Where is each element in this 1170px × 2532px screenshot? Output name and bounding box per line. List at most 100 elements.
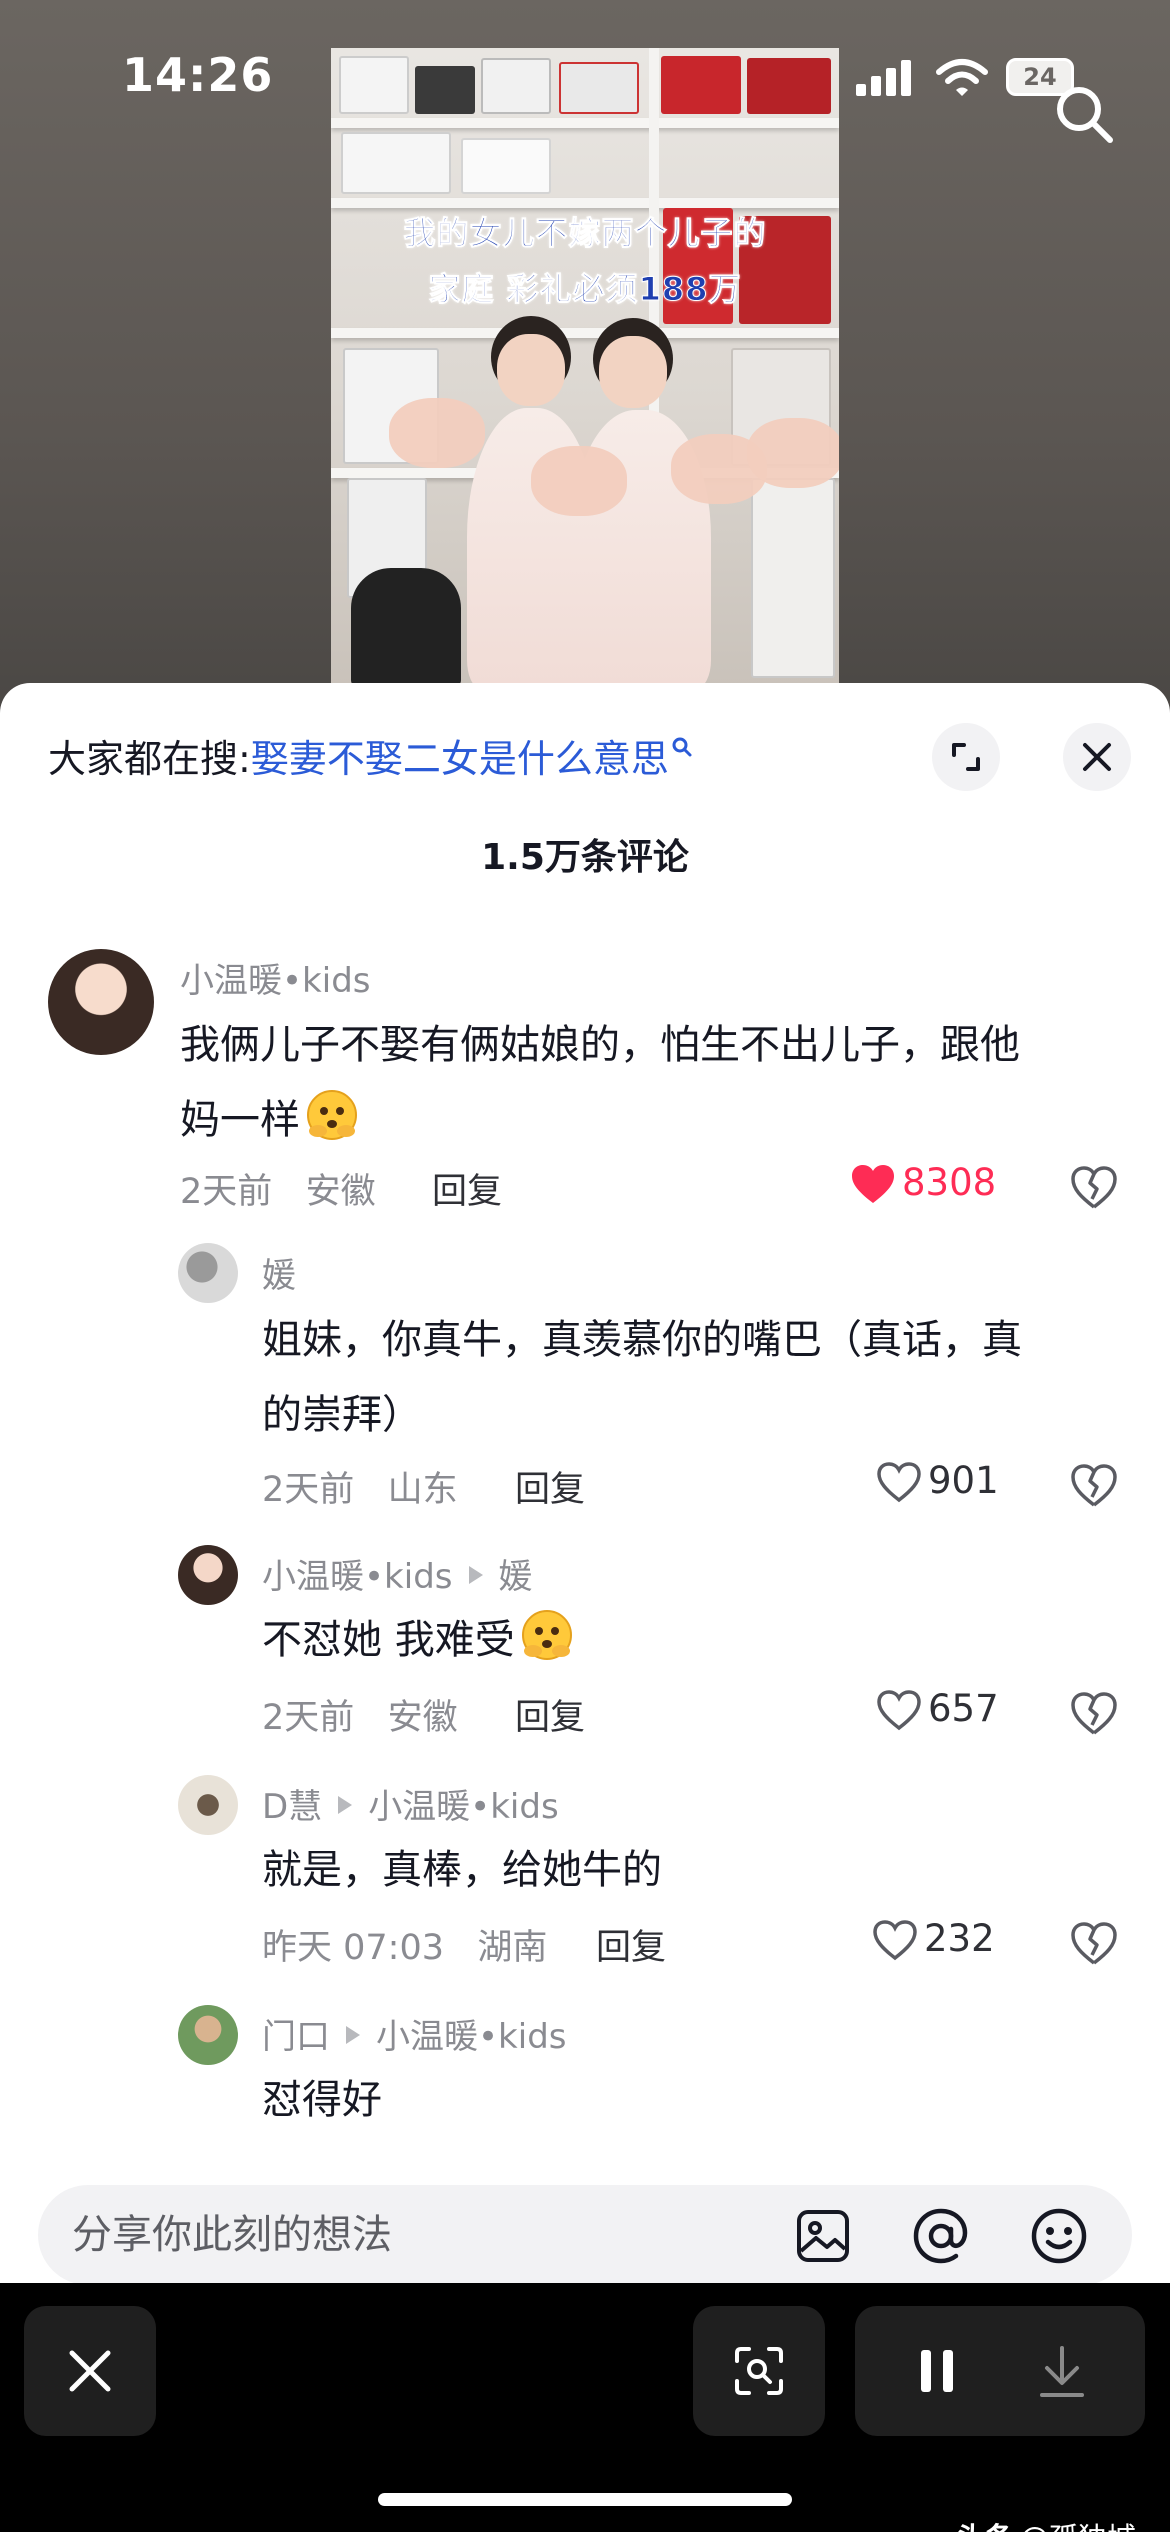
product-box: [461, 138, 551, 194]
comment-text: 我俩儿子不娶有俩姑娘的，怕生不出儿子，跟他: [180, 1022, 1020, 1068]
heart-icon: [877, 1462, 921, 1503]
comment-meta: 2天前 安徽: [180, 1163, 376, 1214]
hot-search-query[interactable]: 娶妻不娶二女是什么意思: [251, 737, 669, 781]
like-count: 232: [924, 1917, 995, 1960]
expand-button[interactable]: [932, 723, 1000, 791]
emoji-face: [521, 1610, 572, 1660]
shelf: [331, 328, 839, 338]
comment-time: 2天前: [262, 1698, 355, 1738]
comment-author[interactable]: D慧 小温暖•kids: [262, 1779, 559, 1828]
comment-text: 的崇拜）: [262, 1392, 422, 1438]
hand: [531, 446, 627, 516]
dislike-heart-icon[interactable]: [1070, 1165, 1118, 1211]
close-icon: [1083, 743, 1111, 771]
product-box: [481, 58, 551, 114]
reply-button[interactable]: 回复: [515, 1461, 585, 1512]
comment-text: 怼得好: [262, 2077, 382, 2123]
comment-text: 不怼她 我难受: [262, 1617, 515, 1663]
like-button[interactable]: 657: [876, 1687, 999, 1731]
watermark-handle: @孤独城: [1020, 2521, 1136, 2532]
product-box: [341, 132, 451, 194]
like-button[interactable]: 901: [876, 1459, 999, 1503]
like-button[interactable]: 8308: [850, 1161, 996, 1205]
image-icon[interactable]: [794, 2207, 852, 2265]
reply-button[interactable]: 回复: [515, 1689, 585, 1740]
comment-author[interactable]: 小温暖•kids 媛: [262, 1549, 533, 1598]
reply-to-name: 小温暖•kids: [368, 1787, 559, 1827]
comment-text-cont: 不怼她 我难受: [262, 1603, 575, 1678]
heart-icon: [873, 1920, 917, 1961]
reply-to-name: 媛: [498, 1557, 533, 1597]
hand: [389, 398, 485, 468]
bottom-toolbar: 头条 @孤独城: [0, 2283, 1170, 2532]
product-box: [415, 66, 475, 114]
scan-button[interactable]: [693, 2306, 825, 2436]
dislike-heart-icon[interactable]: [1070, 1921, 1118, 1967]
video-player[interactable]: 我的女儿不嫁两个儿子的 家庭 彩礼必须188万: [331, 48, 839, 688]
watermark: 头条 @孤独城: [956, 2515, 1136, 2532]
close-icon: [69, 2350, 111, 2392]
like-count: 8308: [902, 1161, 997, 1204]
hot-search-prefix: 大家都在搜:: [48, 737, 251, 781]
dislike-heart-icon[interactable]: [1070, 1691, 1118, 1737]
expand-icon: [952, 743, 980, 771]
video-caption-line2: 家庭 彩礼必须188万: [428, 270, 742, 309]
comment-time: 2天前: [262, 1470, 355, 1510]
comment-location: 安徽: [305, 1172, 376, 1212]
product-box: [747, 58, 831, 114]
hot-search-bar[interactable]: 大家都在搜:娶妻不娶二女是什么意思: [48, 728, 693, 783]
mention-icon[interactable]: [912, 2207, 970, 2265]
reply-button[interactable]: 回复: [432, 1163, 502, 1214]
watermark-platform: 头条: [956, 2521, 1014, 2532]
close-button[interactable]: [24, 2306, 156, 2436]
home-indicator[interactable]: [378, 2493, 792, 2506]
pause-icon[interactable]: [915, 2347, 959, 2395]
status-time: 14:26: [122, 48, 274, 102]
like-count: 901: [928, 1459, 999, 1502]
signal-icon: [856, 60, 916, 96]
reply-arrow-icon: [346, 2026, 360, 2044]
wifi-icon: [936, 59, 988, 96]
shelf: [331, 198, 839, 208]
comment-time: 昨天 07:03: [262, 1928, 444, 1968]
comment-author[interactable]: 小温暖•kids: [180, 953, 371, 1002]
heart-icon: [877, 1690, 921, 1731]
reply-button[interactable]: 回复: [596, 1919, 666, 1970]
avatar[interactable]: [178, 2005, 238, 2065]
product-box: [751, 478, 835, 678]
comment-text: 妈一样: [180, 1097, 300, 1143]
scan-icon: [735, 2347, 783, 2395]
avatar[interactable]: [178, 1545, 238, 1605]
comment-meta: 2天前 安徽: [262, 1689, 458, 1740]
comment-author-name: D慧: [262, 1787, 323, 1827]
hand: [747, 418, 839, 488]
like-button[interactable]: 232: [872, 1917, 995, 1961]
shelf: [331, 118, 839, 128]
comment-count: 1.5万条评论: [481, 837, 689, 878]
download-icon[interactable]: [1037, 2344, 1087, 2400]
close-sheet-button[interactable]: [1063, 723, 1131, 791]
dislike-heart-icon[interactable]: [1070, 1463, 1118, 1509]
comment-meta: 昨天 07:03 湖南: [262, 1919, 547, 1970]
media-controls: [855, 2306, 1145, 2436]
avatar[interactable]: [178, 1243, 238, 1303]
comment-text-cont: 妈一样: [180, 1083, 360, 1158]
reply-arrow-icon: [338, 1796, 353, 1814]
avatar[interactable]: [48, 949, 154, 1055]
heart-icon: [852, 1165, 894, 1203]
comment-input[interactable]: [72, 2185, 772, 2285]
comment-location: 山东: [387, 1470, 458, 1510]
emoji-face: [307, 1090, 357, 1140]
search-icon[interactable]: [1052, 82, 1116, 146]
bag: [351, 568, 461, 688]
comment-author[interactable]: 媛: [262, 1248, 296, 1297]
avatar[interactable]: [178, 1775, 238, 1835]
product-box: [339, 56, 409, 114]
comment-sheet: 大家都在搜:娶妻不娶二女是什么意思 1.5万条评论 小温暖•kids 我俩儿子不…: [0, 683, 1170, 2283]
comment-location: 湖南: [477, 1928, 548, 1968]
comment-author[interactable]: 门口 小温暖•kids: [262, 2009, 567, 2058]
reply-arrow-icon: [468, 1566, 483, 1584]
comment-author-name: 小温暖•kids: [262, 1557, 453, 1597]
emoji-icon[interactable]: [1030, 2207, 1088, 2265]
comment-input-bar[interactable]: [38, 2185, 1132, 2285]
